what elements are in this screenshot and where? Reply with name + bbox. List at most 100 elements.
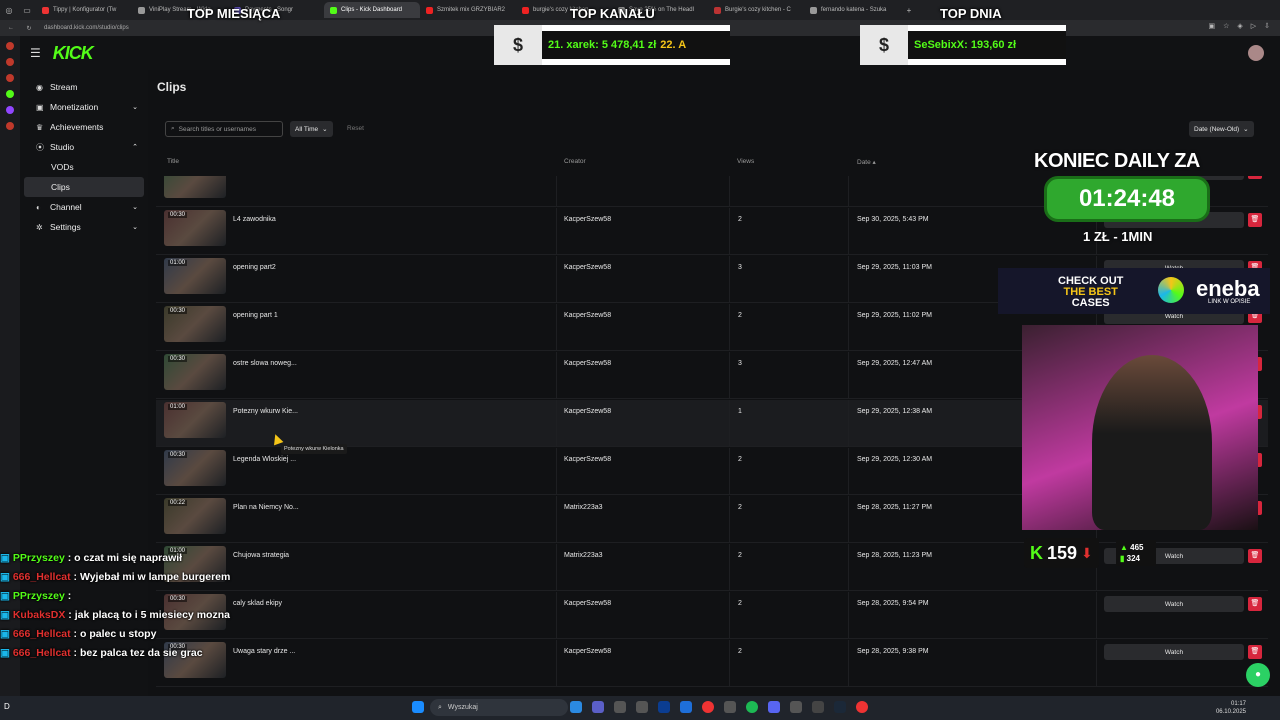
column-header-creator[interactable]: Creator (564, 158, 586, 165)
clip-thumbnail[interactable]: 00:30 (164, 176, 226, 198)
discord-icon[interactable] (768, 701, 780, 713)
time-filter-dropdown[interactable]: All Time ⌄ (290, 121, 333, 137)
clip-thumbnail[interactable]: 00:30 (164, 450, 226, 486)
file-explorer-icon[interactable] (614, 701, 626, 713)
new-tab-icon[interactable]: + (900, 6, 918, 15)
column-header-title[interactable]: Title (167, 158, 179, 165)
browser-menu-icon[interactable]: ◎ (0, 6, 18, 15)
reload-icon[interactable]: ↻ (22, 25, 36, 32)
chevron-down-icon[interactable]: ⌄ (132, 223, 138, 231)
opera-icon[interactable] (702, 701, 714, 713)
sidebar-item-stream[interactable]: ◉ Stream (24, 77, 144, 97)
clip-creator[interactable]: Matrix223a3 (564, 504, 603, 511)
browser-tab[interactable]: fernando katena - Szuka (804, 2, 900, 18)
chevron-down-icon[interactable]: ⌄ (132, 203, 138, 211)
app-icon[interactable] (790, 701, 802, 713)
steam-icon[interactable] (834, 701, 846, 713)
clip-title[interactable]: opening part 1 (233, 312, 278, 319)
app-icon[interactable] (724, 701, 736, 713)
clip-thumbnail[interactable]: 00:22 (164, 498, 226, 534)
vscode-icon[interactable] (658, 701, 670, 713)
side-app-icon[interactable] (6, 106, 14, 114)
table-row[interactable]: 00:30 Uwaga stary drze ... KacperSzew58 2 Se… (156, 640, 1268, 687)
app-icon[interactable] (636, 701, 648, 713)
chat-bubble-button[interactable]: ● (1246, 663, 1270, 687)
clip-creator[interactable]: KacperSzew58 (564, 648, 611, 655)
extension-icon[interactable]: ▣ (1208, 22, 1215, 30)
watch-button[interactable]: Watch (1104, 644, 1244, 660)
sidebar-item-clips[interactable]: Clips (24, 177, 144, 197)
avatar[interactable] (1248, 45, 1264, 61)
delete-icon[interactable]: 🗑 (1248, 597, 1262, 611)
clip-title[interactable]: Uwaga stary drze ... (233, 648, 295, 655)
clip-title[interactable]: ostre slowa noweg... (233, 360, 297, 367)
hamburger-icon[interactable]: ☰ (30, 46, 41, 60)
clip-title[interactable]: Chujowa strategia (233, 552, 289, 559)
browser-tab[interactable]: Tippy | Konfigurator (Tw (36, 2, 132, 18)
sidebar-item-channel[interactable]: ◐ Channel ⌄ (24, 197, 144, 217)
clip-title[interactable]: Plan na Niemcy No... (233, 504, 299, 511)
table-row[interactable]: 01:00 Chujowa strategia Matrix223a3 2 Sep 28… (156, 544, 1268, 591)
clip-thumbnail[interactable]: 00:30 (164, 306, 226, 342)
sort-dropdown[interactable]: Date (New-Old) ⌄ (1189, 121, 1254, 137)
clip-creator[interactable]: KacperSzew58 (564, 456, 611, 463)
spotify-icon[interactable] (746, 701, 758, 713)
sidebar-item-vods[interactable]: VODs (24, 157, 144, 177)
clip-creator[interactable]: Matrix223a3 (564, 552, 603, 559)
column-header-views[interactable]: Views (737, 158, 754, 165)
kick-logo[interactable]: KICK (53, 43, 94, 64)
browser-tab[interactable]: Clips - Kick Dashboard (324, 2, 420, 18)
browser-tab[interactable]: Szmitek mix GRZYBIAR2 (420, 2, 516, 18)
sidebar-item-achievements[interactable]: ♛ Achievements (24, 117, 144, 137)
delete-icon[interactable]: 🗑 (1248, 213, 1262, 227)
browser-tab[interactable]: Burgie's cozy kitchen - C (708, 2, 804, 18)
obs-icon[interactable] (812, 701, 824, 713)
app-icon[interactable] (856, 701, 868, 713)
sidebar-item-settings[interactable]: ✲ Settings ⌄ (24, 217, 144, 237)
clip-title[interactable]: opening part2 (233, 264, 276, 271)
clip-creator[interactable]: KacperSzew58 (564, 216, 611, 223)
clip-thumbnail[interactable]: 01:00 (164, 258, 226, 294)
shield-icon[interactable]: ◈ (1237, 22, 1242, 30)
clip-creator[interactable]: KacperSzew58 (564, 600, 611, 607)
bookmark-icon[interactable]: ☆ (1223, 22, 1229, 30)
sidebar-item-monetization[interactable]: ▣ Monetization ⌄ (24, 97, 144, 117)
side-app-icon[interactable] (6, 74, 14, 82)
clip-thumbnail[interactable]: 01:00 (164, 402, 226, 438)
play-icon[interactable]: ▷ (1251, 22, 1256, 30)
column-header-date[interactable]: Date ▴ (857, 158, 876, 166)
reset-button[interactable]: Reset (347, 125, 364, 132)
side-app-icon[interactable] (6, 42, 14, 50)
edge-icon[interactable] (570, 701, 582, 713)
windows-start-icon[interactable] (412, 701, 424, 713)
clip-creator[interactable]: KacperSzew58 (564, 264, 611, 271)
taskbar-widget-icon[interactable]: D (4, 702, 10, 711)
delete-icon[interactable]: 🗑 (1248, 645, 1262, 659)
clip-title[interactable]: Legenda Wloskiej ... (233, 456, 296, 463)
side-app-icon[interactable] (6, 90, 14, 98)
download-icon[interactable]: ⇩ (1264, 22, 1270, 30)
url-field[interactable]: dashboard.kick.com/studio/clips (44, 25, 129, 31)
table-row[interactable]: 00:30 caly sklad ekipy KacperSzew58 2 Sep 28… (156, 592, 1268, 639)
clip-creator[interactable]: KacperSzew58 (564, 312, 611, 319)
chevron-up-icon[interactable]: ⌃ (132, 143, 138, 151)
clip-thumbnail[interactable]: 00:30 (164, 354, 226, 390)
clip-creator[interactable]: KacperSzew58 (564, 360, 611, 367)
side-app-icon[interactable] (6, 122, 14, 130)
system-clock[interactable]: 01:17 06.10.2025 (1216, 700, 1246, 716)
teams-icon[interactable] (592, 701, 604, 713)
sidebar-item-studio[interactable]: ⦿ Studio ⌃ (24, 137, 144, 157)
clip-thumbnail[interactable]: 00:30 (164, 210, 226, 246)
tab-list-icon[interactable]: ▭ (18, 6, 36, 15)
clip-title[interactable]: Potezny wkurw Kie... (233, 408, 298, 415)
side-app-icon[interactable] (6, 58, 14, 66)
delete-icon[interactable]: 🗑 (1248, 176, 1262, 179)
outlook-icon[interactable] (680, 701, 692, 713)
clip-title[interactable]: caly sklad ekipy (233, 600, 282, 607)
clip-title[interactable]: L4 zawodnika (233, 216, 276, 223)
delete-icon[interactable]: 🗑 (1248, 549, 1262, 563)
back-icon[interactable]: ← (4, 25, 18, 31)
taskbar-search[interactable]: ⌕ Wyszukaj (430, 699, 568, 716)
watch-button[interactable]: Watch (1104, 596, 1244, 612)
chevron-down-icon[interactable]: ⌄ (132, 103, 138, 111)
